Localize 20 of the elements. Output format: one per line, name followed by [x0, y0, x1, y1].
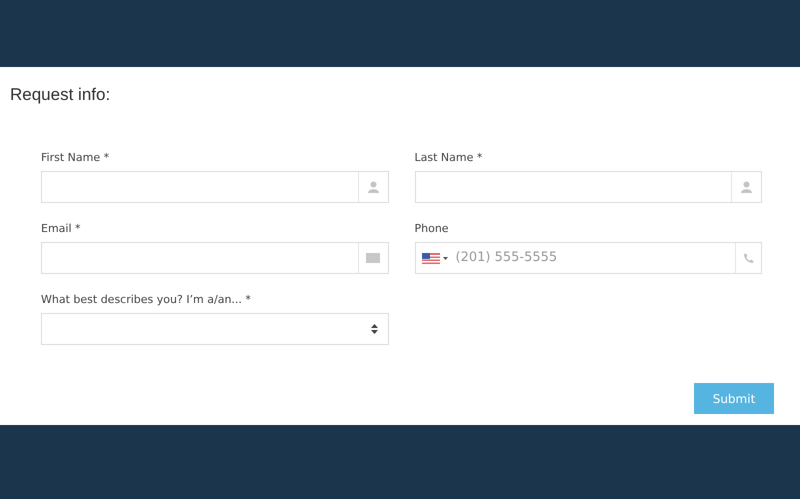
envelope-icon [366, 253, 380, 263]
field-label: Email * [41, 222, 82, 235]
input-field[interactable] [41, 242, 388, 274]
person-icon [741, 181, 752, 193]
phone-icon [743, 252, 754, 264]
caret-icon [442, 256, 448, 260]
phone-field[interactable]: (201) 555-5555 [414, 242, 762, 274]
input-field[interactable] [41, 171, 388, 203]
submit-button[interactable]: Submit [694, 383, 774, 414]
sort-icon [370, 324, 378, 334]
flag-icon [422, 252, 440, 264]
form-title: Request info: [10, 84, 112, 106]
field-label: First Name * [41, 151, 110, 164]
field-label: What best describes you? I’m a/an... * [41, 293, 252, 306]
person-icon [368, 181, 378, 193]
field-label: Phone [414, 222, 450, 235]
phone-input[interactable]: (201) 555-5555 [456, 243, 735, 273]
input-field[interactable] [414, 171, 762, 203]
field-label: Last Name * [414, 151, 484, 164]
select-field[interactable] [41, 313, 388, 345]
